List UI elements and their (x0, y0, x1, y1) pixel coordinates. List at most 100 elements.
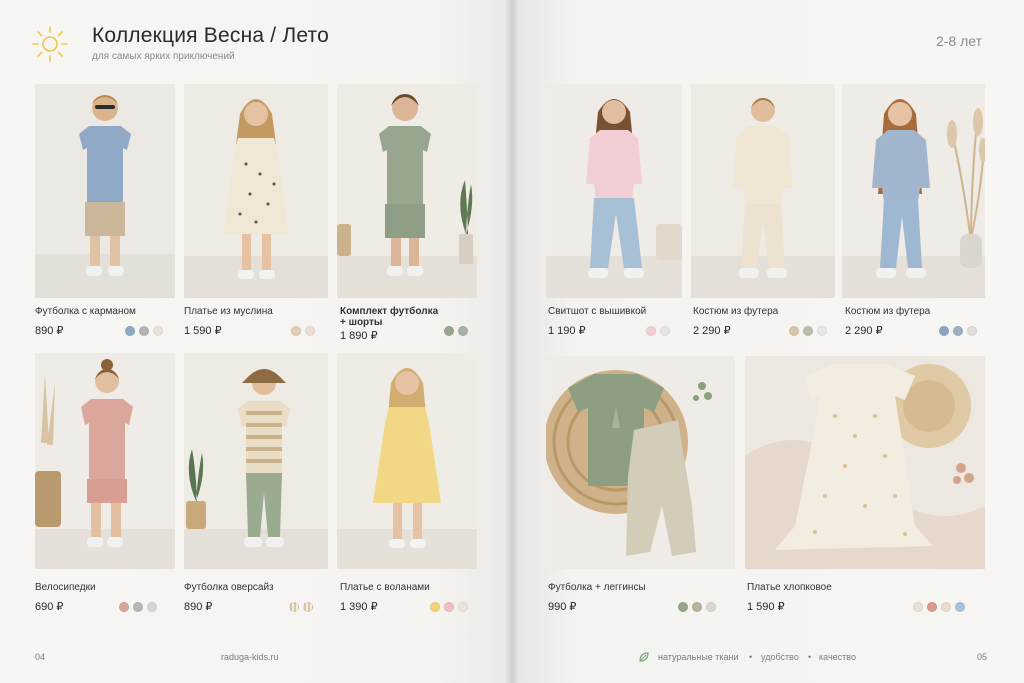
color-swatches (789, 326, 827, 336)
color-swatches (289, 602, 313, 612)
product-price: 1 590 ₽ (747, 601, 785, 613)
product-name: Футболка оверсайз (184, 582, 274, 593)
product-card[interactable]: Платье с воланами 1 390 ₽ (337, 353, 477, 621)
product-name: Велосипедки (35, 582, 96, 593)
color-swatches (291, 326, 315, 336)
product-photo (184, 353, 328, 569)
color-swatch[interactable] (803, 326, 813, 336)
color-swatch[interactable] (291, 326, 301, 336)
benefit-comfort: удобство (761, 652, 799, 662)
product-price: 890 ₽ (184, 601, 213, 613)
product-name: Футболка + леггинсы (548, 582, 646, 593)
product-name: Костюм из футера (845, 306, 931, 317)
product-card[interactable]: Платье из муслина 1 590 ₽ (184, 84, 328, 344)
right-page: 2-8 лет Свитшот с вышивкой 1 190 ₽ Костю… (512, 0, 1024, 683)
product-card[interactable]: Свитшот с вышивкой 1 190 ₽ (546, 84, 682, 344)
product-price: 1 390 ₽ (340, 601, 378, 613)
color-swatch[interactable] (458, 326, 468, 336)
color-swatch[interactable] (927, 602, 937, 612)
book-spine (505, 0, 519, 683)
product-card[interactable]: Костюм из футера 2 290 ₽ (691, 84, 835, 344)
separator-dot: • (749, 652, 753, 662)
product-card[interactable]: Платье хлопковое 1 590 ₽ (745, 356, 985, 621)
color-swatch[interactable] (967, 326, 977, 336)
color-swatches (119, 602, 157, 612)
product-price: 990 ₽ (548, 601, 577, 613)
product-price: 1 590 ₽ (184, 325, 222, 337)
color-swatch[interactable] (941, 602, 951, 612)
product-name: Комплект футболка + шорты (340, 306, 439, 328)
color-swatch[interactable] (706, 602, 716, 612)
color-swatches (444, 326, 468, 336)
product-name: Платье хлопковое (747, 582, 832, 593)
left-page: Коллекция Весна / Лето для самых ярких п… (0, 0, 512, 683)
color-swatch[interactable] (678, 602, 688, 612)
sun-icon (32, 26, 68, 62)
product-photo (35, 84, 175, 298)
color-swatch[interactable] (458, 602, 468, 612)
product-price: 890 ₽ (35, 325, 64, 337)
color-swatch[interactable] (817, 326, 827, 336)
product-name: Футболка с карманом (35, 306, 136, 317)
color-swatch[interactable] (430, 602, 440, 612)
product-name: Платье из муслина (184, 306, 273, 317)
product-price: 2 290 ₽ (845, 325, 883, 337)
product-card[interactable]: Костюм из футера 2 290 ₽ (842, 84, 985, 344)
color-swatch[interactable] (913, 602, 923, 612)
product-name: Костюм из футера (693, 306, 779, 317)
color-swatch[interactable] (955, 602, 965, 612)
benefit-natural-fabrics: натуральные ткани (658, 652, 739, 662)
product-photo (842, 84, 985, 298)
benefit-quality: качество (819, 652, 856, 662)
product-name: Свитшот с вышивкой (548, 306, 647, 317)
color-swatch[interactable] (153, 326, 163, 336)
product-photo (546, 356, 735, 569)
page-number: 05 (977, 652, 988, 662)
website-link[interactable]: raduga-kids.ru (221, 652, 279, 662)
color-swatch-striped[interactable] (289, 602, 299, 612)
color-swatches (678, 602, 716, 612)
product-photo (337, 84, 477, 298)
color-swatch[interactable] (444, 326, 454, 336)
color-swatch[interactable] (305, 326, 315, 336)
product-price: 690 ₽ (35, 601, 64, 613)
color-swatches (913, 602, 965, 612)
product-card[interactable]: Футболка оверсайз 890 ₽ (184, 353, 328, 621)
color-swatches (125, 326, 163, 336)
color-swatch[interactable] (660, 326, 670, 336)
color-swatches (646, 326, 670, 336)
color-swatches (939, 326, 977, 336)
color-swatch[interactable] (939, 326, 949, 336)
product-card[interactable]: Футболка с карманом 890 ₽ (35, 84, 175, 344)
product-card[interactable]: Комплект футболка + шорты 1 890 ₽ (337, 84, 477, 344)
product-card[interactable]: Футболка + леггинсы 990 ₽ (546, 356, 735, 621)
product-photo (184, 84, 328, 298)
leaf-icon (639, 652, 649, 662)
color-swatch[interactable] (444, 602, 454, 612)
color-swatch[interactable] (119, 602, 129, 612)
page-number: 04 (35, 652, 46, 662)
page-subtitle: для самых ярких приключений (92, 51, 235, 62)
color-swatch[interactable] (125, 326, 135, 336)
page-title: Коллекция Весна / Лето (92, 24, 329, 47)
color-swatch-striped[interactable] (303, 602, 313, 612)
product-photo (35, 353, 175, 569)
product-photo (337, 353, 477, 569)
color-swatch[interactable] (133, 602, 143, 612)
product-price: 1 190 ₽ (548, 325, 586, 337)
color-swatches (430, 602, 468, 612)
color-swatch[interactable] (139, 326, 149, 336)
product-photo (691, 84, 835, 298)
product-card[interactable]: Велосипедки 690 ₽ (35, 353, 175, 621)
color-swatch[interactable] (147, 602, 157, 612)
age-range: 2-8 лет (935, 33, 982, 49)
product-price: 1 890 ₽ (340, 330, 378, 342)
product-photo (745, 356, 985, 569)
product-photo (546, 84, 682, 298)
color-swatch[interactable] (646, 326, 656, 336)
color-swatch[interactable] (692, 602, 702, 612)
color-swatch[interactable] (789, 326, 799, 336)
product-name: Платье с воланами (340, 582, 430, 593)
color-swatch[interactable] (953, 326, 963, 336)
product-price: 2 290 ₽ (693, 325, 731, 337)
